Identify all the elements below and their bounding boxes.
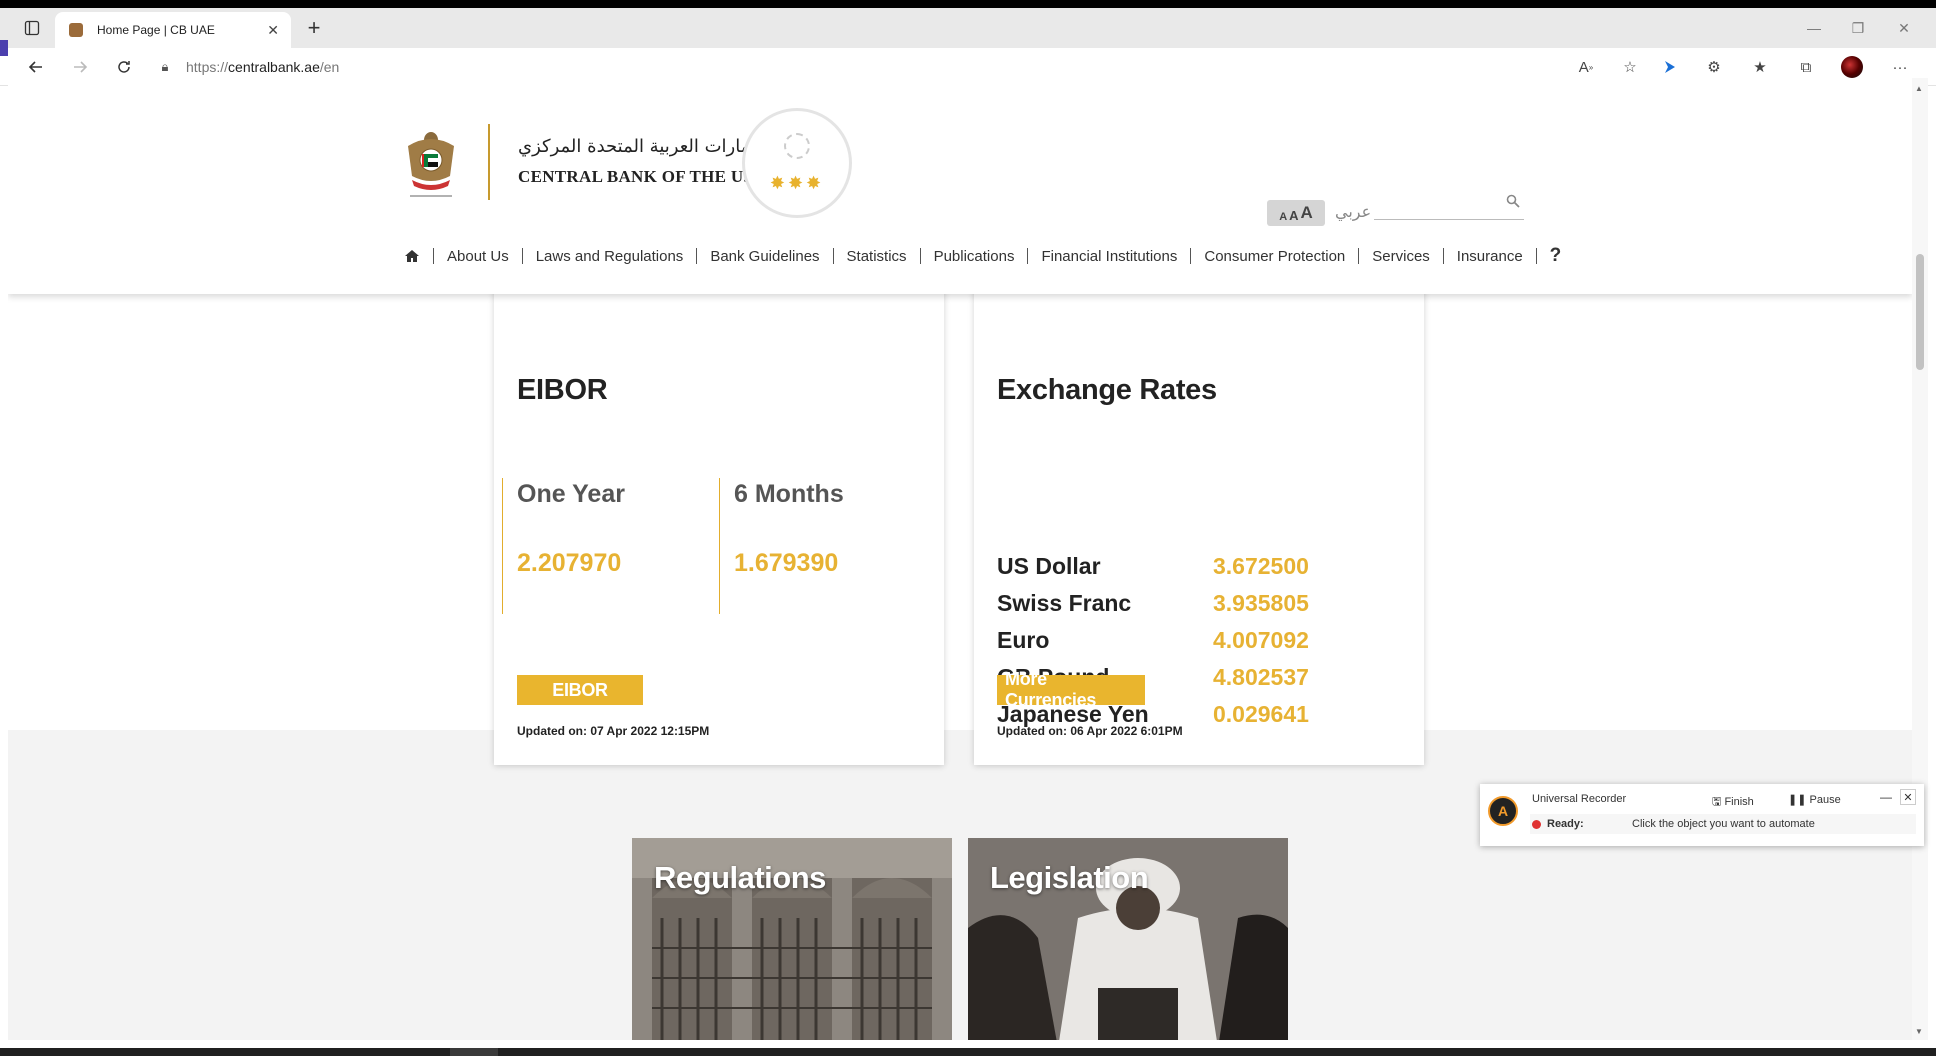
eibor-six-months: 6 Months 1.679390	[719, 478, 844, 614]
web-page: EIBOR One Year 2.207970 6 Months 1.67939…	[8, 78, 1912, 1040]
taskbar-item[interactable]	[450, 1048, 498, 1056]
read-aloud-icon[interactable]: A»	[1572, 54, 1600, 80]
font-size-toggle[interactable]: AAA	[1267, 200, 1325, 226]
uae-emblem-logo[interactable]	[404, 124, 458, 200]
nav-statistics[interactable]: Statistics	[847, 248, 907, 265]
page-scrollbar[interactable]: ▲ ▼	[1912, 78, 1928, 1040]
add-favorite-icon[interactable]: ☆	[1616, 54, 1644, 80]
nav-about-us[interactable]: About Us	[447, 248, 509, 265]
currency-name: Swiss Franc	[997, 590, 1132, 616]
restore-icon[interactable]: ❐	[1834, 14, 1882, 42]
url-scheme: https://	[186, 59, 229, 75]
regulations-tile[interactable]: Regulations	[632, 838, 952, 1040]
pause-button[interactable]: ❚❚ Pause	[1788, 793, 1841, 806]
recorder-close-icon[interactable]: ✕	[1900, 789, 1916, 805]
eibor-button[interactable]: EIBOR	[517, 675, 643, 705]
help-icon[interactable]: ?	[1550, 245, 1562, 267]
rate-row-usd: US Dollar 3.672500	[997, 548, 1309, 585]
currency-name: Euro	[997, 627, 1050, 653]
search-icon[interactable]	[1506, 194, 1520, 208]
currency-rate: 4.802537	[1213, 664, 1309, 690]
favorites-icon[interactable]: ★	[1746, 54, 1774, 80]
currency-rate: 3.935805	[1213, 590, 1309, 616]
finish-button[interactable]: 🖫︎ Finish	[1712, 793, 1754, 812]
eibor-title: EIBOR	[517, 374, 608, 406]
nav-services[interactable]: Services	[1372, 248, 1430, 265]
window-close-icon[interactable]: ✕	[1880, 14, 1928, 42]
lock-icon[interactable]: 🔒︎	[156, 59, 174, 75]
screen-top-edge	[0, 0, 1936, 8]
star-rating-seal-logo: ✸✸✸	[742, 108, 852, 218]
site-header: مصرف الإمارات العربية المتحدة المركزي CE…	[8, 78, 1912, 294]
profile-avatar[interactable]	[1838, 54, 1866, 80]
new-tab-icon[interactable]: +	[300, 14, 328, 42]
eibor-card: EIBOR One Year 2.207970 6 Months 1.67939…	[494, 248, 944, 765]
tab-title: Home Page | CB UAE	[97, 23, 215, 37]
eibor-one-year-label: One Year	[517, 480, 625, 508]
pause-label: Pause	[1809, 794, 1841, 806]
nav-publications[interactable]: Publications	[934, 248, 1015, 265]
scroll-up-icon[interactable]: ▲	[1915, 84, 1923, 93]
exchange-rates-card: Exchange Rates US Dollar 3.672500 Swiss …	[974, 248, 1424, 765]
currency-rate: 0.029641	[1213, 701, 1309, 727]
more-currencies-button[interactable]: More Currencies	[997, 669, 1145, 710]
scroll-down-icon[interactable]: ▼	[1915, 1027, 1923, 1036]
legislation-tile[interactable]: Legislation	[968, 838, 1288, 1040]
nav-financial-institutions[interactable]: Financial Institutions	[1041, 248, 1177, 265]
recorder-minimize-icon[interactable]: —	[1880, 790, 1892, 804]
url-host: centralbank.ae	[228, 59, 320, 75]
home-icon[interactable]	[404, 249, 420, 263]
exchange-updated: Updated on: 06 Apr 2022 6:01PM	[997, 724, 1183, 738]
currency-name: US Dollar	[997, 553, 1101, 579]
nav-bank-guidelines[interactable]: Bank Guidelines	[710, 248, 819, 265]
tab-close-icon[interactable]: ✕	[267, 22, 279, 39]
nav-laws-and-regulations[interactable]: Laws and Regulations	[536, 248, 684, 265]
recording-status-icon	[1532, 820, 1541, 829]
regulations-tile-title: Regulations	[654, 860, 826, 895]
recorder-message: Click the object you want to automate	[1632, 818, 1815, 830]
legislation-tile-title: Legislation	[990, 860, 1149, 895]
search-input[interactable]	[1374, 190, 1524, 220]
brand-divider	[488, 124, 490, 200]
main-navigation: About Us Laws and Regulations Bank Guide…	[404, 244, 1561, 268]
minimize-icon[interactable]: —	[1790, 14, 1838, 42]
eibor-one-year: One Year 2.207970	[502, 478, 625, 614]
recorder-status: Ready:	[1547, 818, 1584, 830]
eibor-updated: Updated on: 07 Apr 2022 12:15PM	[517, 724, 710, 738]
more-menu-icon[interactable]: ···	[1886, 54, 1914, 80]
eibor-six-months-value: 1.679390	[734, 549, 839, 577]
finish-label: Finish	[1724, 796, 1754, 808]
tab-actions-icon[interactable]	[14, 14, 50, 42]
collections-icon[interactable]: ⧉	[1792, 54, 1820, 80]
recorder-name: Universal Recorder	[1532, 793, 1627, 805]
extensions-puzzle-icon[interactable]: ⚙︎	[1700, 54, 1728, 80]
site-favicon-icon	[69, 23, 83, 37]
url-path: /en	[319, 59, 340, 75]
scrollbar-thumb[interactable]	[1916, 254, 1924, 370]
universal-recorder-panel: A Universal Recorder 🖫︎ Finish ❚❚ Pause …	[1480, 784, 1924, 846]
tab-strip: Home Page | CB UAE ✕ + — ❐ ✕	[0, 8, 1936, 48]
nav-insurance[interactable]: Insurance	[1457, 248, 1523, 265]
extension-icon[interactable]	[1656, 54, 1684, 80]
recorder-logo-icon: A	[1488, 796, 1518, 826]
language-toggle[interactable]: عربي	[1335, 202, 1371, 221]
nav-consumer-protection[interactable]: Consumer Protection	[1204, 248, 1345, 265]
rate-row-eur: Euro 4.007092	[997, 622, 1309, 659]
eibor-one-year-value: 2.207970	[517, 549, 622, 577]
exchange-rates-title: Exchange Rates	[997, 374, 1217, 406]
rate-row-chf: Swiss Franc 3.935805	[997, 585, 1309, 622]
eibor-six-months-label: 6 Months	[734, 480, 844, 508]
window-edge-accent	[0, 40, 8, 56]
tab-home-page[interactable]: Home Page | CB UAE ✕	[55, 12, 291, 48]
currency-rate: 3.672500	[1213, 553, 1309, 579]
taskbar	[0, 1048, 1936, 1056]
currency-rate: 4.007092	[1213, 627, 1309, 653]
